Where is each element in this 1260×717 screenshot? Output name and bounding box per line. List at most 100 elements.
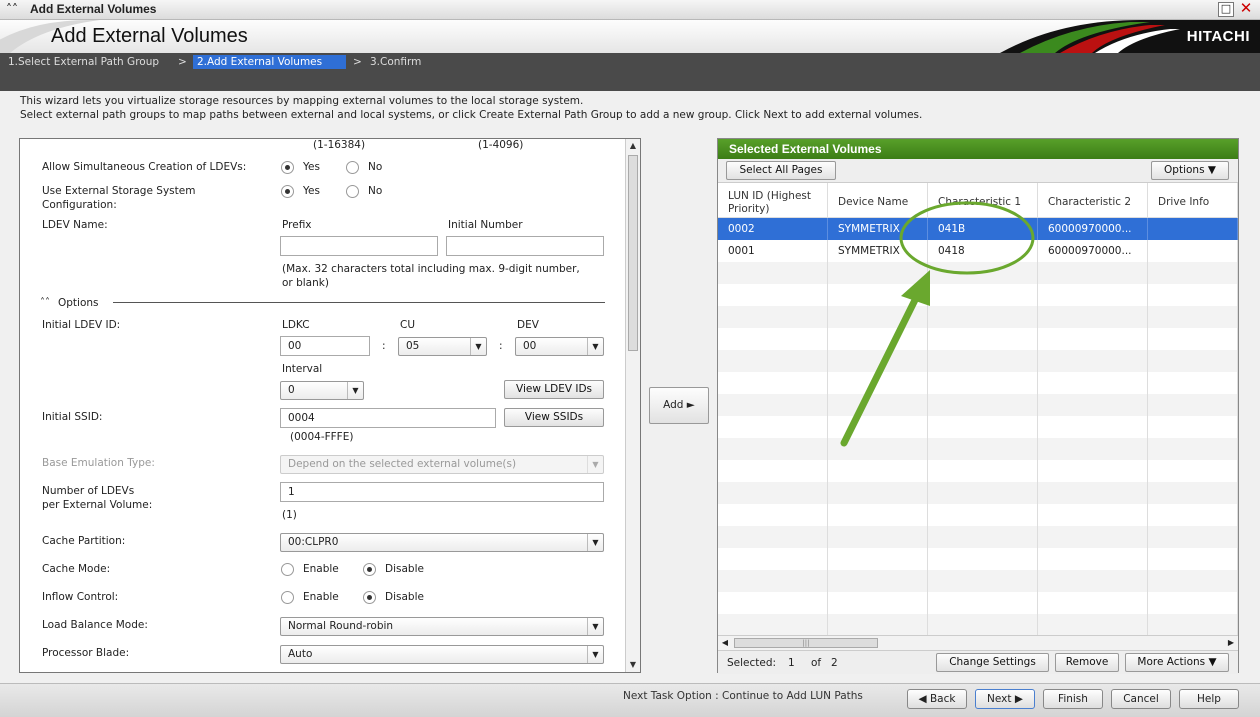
empty-cell	[1038, 438, 1148, 460]
scroll-left-icon[interactable]: ◀	[718, 636, 732, 650]
chevron-down-icon: ▼	[470, 338, 486, 355]
column-header-drive-info[interactable]: Drive Info	[1148, 183, 1238, 218]
prefix-input[interactable]	[280, 236, 438, 256]
num-ldevs-input[interactable]: 1	[280, 482, 604, 502]
empty-table-row	[718, 394, 1238, 416]
view-ldev-ids-button[interactable]: View LDEV IDs	[504, 380, 604, 399]
empty-cell	[1148, 526, 1238, 548]
ldkc-input[interactable]: 00	[280, 336, 370, 356]
use-external-config-yes-radio[interactable]	[281, 185, 294, 198]
scroll-up-icon[interactable]: ▲	[626, 139, 640, 153]
help-button[interactable]: Help	[1179, 689, 1239, 709]
ldev-settings-panel: (1-16384) (1-4096) Allow Simultaneous Cr…	[19, 138, 641, 673]
empty-cell	[1148, 416, 1238, 438]
inflow-control-label: Inflow Control:	[42, 591, 119, 603]
cancel-button[interactable]: Cancel	[1111, 689, 1171, 709]
volumes-table: LUN ID (Highest Priority) Device Name Ch…	[718, 183, 1238, 635]
panel-title: Selected External Volumes	[718, 139, 1238, 159]
options-divider	[113, 302, 605, 303]
remove-button[interactable]: Remove	[1055, 653, 1119, 672]
allow-simultaneous-yes-radio[interactable]	[281, 161, 294, 174]
load-balance-select[interactable]: Normal Round-robin ▼	[280, 617, 604, 636]
close-icon[interactable]: ✕	[1238, 1, 1254, 17]
ldev-name-hint: or blank)	[282, 277, 329, 289]
scroll-thumb[interactable]	[628, 155, 638, 351]
back-button[interactable]: ◀ Back	[907, 689, 967, 709]
empty-cell	[928, 570, 1038, 592]
empty-cell	[1038, 306, 1148, 328]
table-header: LUN ID (Highest Priority) Device Name Ch…	[718, 183, 1238, 218]
ldkc-label: LDKC	[282, 319, 310, 331]
radio-label: Enable	[303, 591, 339, 603]
scroll-down-icon[interactable]: ▼	[626, 658, 640, 672]
cu-select[interactable]: 05 ▼	[398, 337, 487, 356]
next-button[interactable]: Next ▶	[975, 689, 1035, 709]
colon-separator: :	[499, 340, 503, 352]
empty-cell	[718, 306, 828, 328]
empty-cell	[718, 570, 828, 592]
scroll-thumb[interactable]: |||	[734, 638, 878, 648]
change-settings-button[interactable]: Change Settings	[936, 653, 1049, 672]
initial-number-input[interactable]	[446, 236, 604, 256]
finish-button[interactable]: Finish	[1043, 689, 1103, 709]
empty-table-row	[718, 570, 1238, 592]
banner: Add External Volumes HITACHI	[0, 20, 1260, 53]
empty-cell	[718, 394, 828, 416]
empty-cell	[718, 372, 828, 394]
cache-mode-enable-radio[interactable]	[281, 563, 294, 576]
cell-characteristic-2: 60000970000...	[1038, 218, 1148, 240]
num-ldevs-range: (1)	[282, 509, 297, 521]
allow-simultaneous-no-radio[interactable]	[346, 161, 359, 174]
dev-label: DEV	[517, 319, 539, 331]
scroll-right-icon[interactable]: ▶	[1224, 636, 1238, 650]
column-header-lun-id[interactable]: LUN ID (Highest Priority)	[718, 183, 828, 218]
num-ldevs-label: Number of LDEVs	[42, 485, 135, 497]
column-header-characteristic-1[interactable]: Characteristic 1	[928, 183, 1038, 218]
empty-table-row	[718, 548, 1238, 570]
cell-lun-id: 0001	[718, 240, 828, 262]
empty-cell	[718, 482, 828, 504]
column-header-device-name[interactable]: Device Name	[828, 183, 928, 218]
options-collapse-icon[interactable]: ˄˄	[40, 296, 50, 310]
description-line: Select external path groups to map paths…	[20, 109, 923, 121]
inflow-control-enable-radio[interactable]	[281, 591, 294, 604]
wizard-footer: Next Task Option : Continue to Add LUN P…	[0, 683, 1260, 717]
add-button[interactable]: Add ►	[649, 387, 709, 424]
cache-mode-disable-radio[interactable]	[363, 563, 376, 576]
empty-cell	[718, 548, 828, 570]
panel-toolbar: Select All Pages Options ▼	[718, 159, 1238, 183]
collapse-icon[interactable]: ˄˄	[6, 2, 18, 16]
empty-cell	[828, 460, 928, 482]
initial-ssid-input[interactable]: 0004	[280, 408, 496, 428]
more-actions-button[interactable]: More Actions ▼	[1125, 653, 1229, 672]
use-external-config-no-radio[interactable]	[346, 185, 359, 198]
processor-blade-select[interactable]: Auto ▼	[280, 645, 604, 664]
empty-cell	[828, 526, 928, 548]
form-scrollbar[interactable]: ▲ ▼	[625, 139, 640, 672]
table-row[interactable]: 0001 SYMMETRIX 0418 60000970000...	[718, 240, 1238, 262]
cache-partition-select[interactable]: 00:CLPR0 ▼	[280, 533, 604, 552]
empty-cell	[1038, 460, 1148, 482]
processor-blade-label: Processor Blade:	[42, 647, 130, 659]
ldev-name-label: LDEV Name:	[42, 219, 108, 231]
empty-cell	[828, 350, 928, 372]
interval-select[interactable]: 0 ▼	[280, 381, 364, 400]
table-row[interactable]: 0002 SYMMETRIX 041B 60000970000...	[718, 218, 1238, 240]
options-button[interactable]: Options ▼	[1151, 161, 1229, 180]
empty-cell	[928, 394, 1038, 416]
empty-cell	[928, 592, 1038, 614]
chevron-down-icon: ▼	[587, 618, 603, 635]
empty-cell	[828, 592, 928, 614]
empty-cell	[928, 504, 1038, 526]
table-horizontal-scrollbar[interactable]: ◀ ||| ▶	[718, 635, 1238, 650]
select-all-pages-button[interactable]: Select All Pages	[726, 161, 836, 180]
base-emulation-select: Depend on the selected external volume(s…	[280, 455, 604, 474]
step-separator: >	[353, 56, 362, 68]
dev-select[interactable]: 00 ▼	[515, 337, 604, 356]
inflow-control-disable-radio[interactable]	[363, 591, 376, 604]
column-header-characteristic-2[interactable]: Characteristic 2	[1038, 183, 1148, 218]
maximize-icon[interactable]: □	[1218, 2, 1234, 17]
prefix-label: Prefix	[282, 219, 312, 231]
view-ssids-button[interactable]: View SSIDs	[504, 408, 604, 427]
empty-cell	[1038, 570, 1148, 592]
